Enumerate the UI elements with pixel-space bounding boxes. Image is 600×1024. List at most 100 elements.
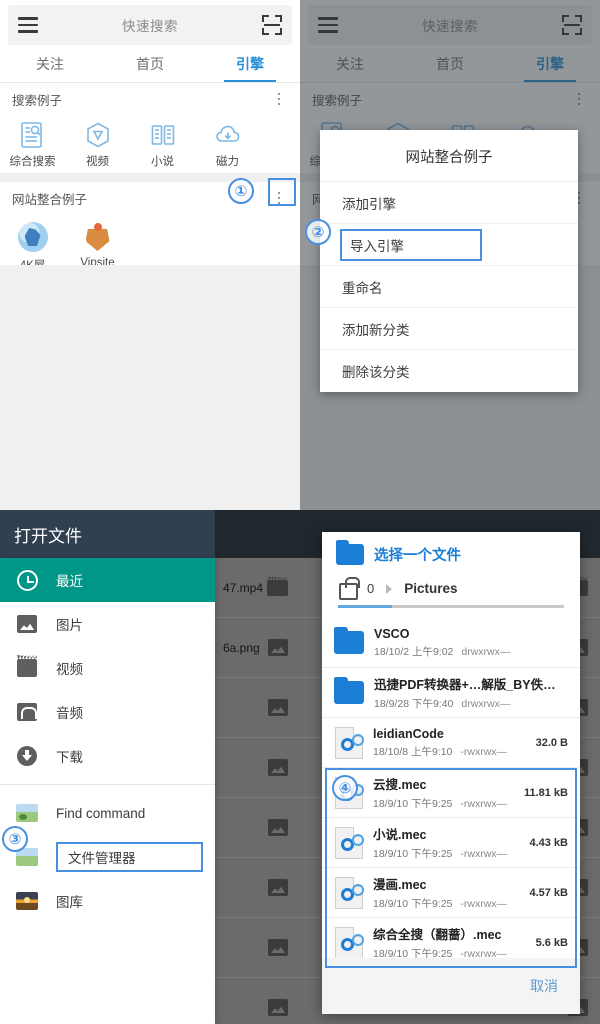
list-item[interactable]: 47.mp4 xyxy=(215,558,300,618)
row-meta: 综合全搜（翻蔷）.mec 18/9/10 下午9:25 -rwxrwx— xyxy=(373,924,526,958)
row-meta: 迅捷PDF转换器+…解版_BY佚名_src 18/9/28 下午9:40 drw… xyxy=(374,674,558,711)
unlock-icon[interactable] xyxy=(338,577,360,600)
callout-marker-3: ③ xyxy=(2,826,28,852)
file-list[interactable]: VSCO 18/10/2 上午9:02 drwxrwx— 迅捷PDF转换器+…解… xyxy=(322,618,580,958)
menu-item-label: 重命名 xyxy=(342,280,383,296)
open-book-icon xyxy=(151,125,174,145)
sidebar-item-videos[interactable]: 视频 xyxy=(0,646,215,690)
file-size: 32.0 B xyxy=(535,736,568,749)
image-icon xyxy=(268,939,288,956)
tab-home[interactable]: 首页 xyxy=(100,45,200,82)
row-subtitle: 18/9/10 下午9:25 -rwxrwx— xyxy=(373,846,519,861)
file-date: 18/9/10 下午9:25 xyxy=(373,898,453,910)
grid-item-comprehensive-search[interactable]: 综合搜索 xyxy=(0,121,65,169)
table-row[interactable]: 迅捷PDF转换器+…解版_BY佚名_src 18/9/28 下午9:40 drw… xyxy=(322,668,580,718)
table-row[interactable]: 综合全搜（翻蔷）.mec 18/9/10 下午9:25 -rwxrwx— 5.6… xyxy=(322,918,580,958)
section-divider xyxy=(0,173,300,182)
row-meta: 云搜.mec 18/9/10 下午9:25 -rwxrwx— xyxy=(373,774,514,811)
search-engine-grid: 综合搜索 视频 小说 磁力 xyxy=(0,115,300,173)
section-header-site-examples: 网站整合例子 xyxy=(0,182,300,214)
breadcrumb: 0 Pictures xyxy=(322,575,580,600)
table-row[interactable]: VSCO 18/10/2 上午9:02 drwxrwx— xyxy=(322,618,580,668)
list-item[interactable]: 6a.png xyxy=(215,618,300,678)
screenshot-root: 快速搜索 关注 首页 引擎 搜索例子 综合搜索 视频 小说 磁力 网站整合例子 … xyxy=(0,0,600,1024)
row-meta: leidianCode 18/10/8 上午9:10 -rwxrwx— xyxy=(373,727,526,759)
file-name: 迅捷PDF转换器+…解版_BY佚名_src xyxy=(374,678,558,692)
sidebar-item-images[interactable]: 图片 xyxy=(0,602,215,646)
search-app: 快速搜索 关注 首页 引擎 搜索例子 综合搜索 视频 小说 磁力 网站整合例子 … xyxy=(0,0,300,510)
search-bar[interactable]: 快速搜索 xyxy=(8,5,292,45)
file-permissions: -rwxrwx— xyxy=(460,798,508,810)
panel-search-app: 快速搜索 关注 首页 引擎 搜索例子 综合搜索 视频 小说 磁力 网站整合例子 … xyxy=(0,0,300,510)
breadcrumb-root[interactable]: 0 xyxy=(367,581,374,596)
grid-item-magnet[interactable]: 磁力 xyxy=(195,121,260,169)
sidebar-item-recent[interactable]: 最近 xyxy=(0,558,215,602)
scan-frame-icon[interactable] xyxy=(262,15,282,35)
search-input[interactable]: 快速搜索 xyxy=(38,15,262,35)
sidebar-item-find-command[interactable]: Find command xyxy=(0,791,215,835)
breadcrumb-current[interactable]: Pictures xyxy=(404,581,457,596)
grid-item-video[interactable]: 视频 xyxy=(65,121,130,169)
file-date: 18/9/10 下午9:25 xyxy=(373,848,453,860)
menu-item-add-engine[interactable]: 添加引擎 xyxy=(320,182,578,224)
image-icon xyxy=(268,759,288,776)
menu-item-import-engine[interactable]: 导入引擎 xyxy=(320,224,578,266)
image-icon xyxy=(268,639,288,656)
grid-item-label: 视频 xyxy=(86,156,109,168)
background-file-list: 47.mp4 6a.png xyxy=(215,558,300,1024)
cancel-button[interactable]: 取消 xyxy=(530,976,558,996)
sidebar-item-file-manager[interactable]: 文件管理器 xyxy=(0,835,215,879)
hamburger-icon[interactable] xyxy=(18,17,38,33)
file-date: 18/9/10 下午9:25 xyxy=(373,798,453,810)
row-meta: 小说.mec 18/9/10 下午9:25 -rwxrwx— xyxy=(373,824,519,861)
callout-marker-2: ② xyxy=(305,219,331,245)
menu-item-rename[interactable]: 重命名 xyxy=(320,266,578,308)
file-permissions: drwxrwx— xyxy=(461,645,511,658)
sidebar-item-label: 图片 xyxy=(56,618,83,633)
clock-icon xyxy=(16,569,38,591)
file-name: 漫画.mec xyxy=(373,878,427,892)
row-subtitle: 18/9/10 下午9:25 -rwxrwx— xyxy=(373,796,514,811)
sidebar-item-downloads[interactable]: 下载 xyxy=(0,734,215,778)
image-icon xyxy=(268,819,288,836)
file-date: 18/9/10 下午9:25 xyxy=(373,948,453,958)
kebab-menu-search-section[interactable] xyxy=(270,87,288,111)
sidebar-item-label: 图库 xyxy=(56,895,83,910)
picker-footer: 取消 xyxy=(322,958,580,1014)
app-gallery-icon xyxy=(16,890,38,912)
menu-item-label: 添加引擎 xyxy=(342,196,396,212)
table-row[interactable]: 漫画.mec 18/9/10 下午9:25 -rwxrwx— 4.57 kB xyxy=(322,868,580,918)
grid-item-label: 综合搜索 xyxy=(9,156,56,168)
sidebar-item-label: 视频 xyxy=(56,662,83,677)
list-item[interactable] xyxy=(215,678,300,738)
highlight-box-import-engine: 导入引擎 xyxy=(340,228,482,261)
menu-item-add-category[interactable]: 添加新分类 xyxy=(320,308,578,350)
section-title: 搜索例子 xyxy=(12,93,63,108)
document-search-icon xyxy=(20,122,42,148)
menu-item-delete-category[interactable]: 删除该分类 xyxy=(320,350,578,392)
list-item[interactable] xyxy=(215,978,300,1024)
table-row[interactable]: 云搜.mec 18/9/10 下午9:25 -rwxrwx— 11.81 kB xyxy=(322,768,580,818)
folder-icon xyxy=(334,677,364,704)
row-subtitle: 18/9/10 下午9:25 -rwxrwx— xyxy=(373,896,519,911)
table-row[interactable]: leidianCode 18/10/8 上午9:10 -rwxrwx— 32.0… xyxy=(322,718,580,768)
list-item[interactable] xyxy=(215,918,300,978)
file-size: 4.57 kB xyxy=(529,886,568,899)
list-item[interactable] xyxy=(215,858,300,918)
list-item[interactable] xyxy=(215,738,300,798)
list-item[interactable] xyxy=(215,798,300,858)
table-row[interactable]: 小说.mec 18/9/10 下午9:25 -rwxrwx— 4.43 kB xyxy=(322,818,580,868)
file-manager-app: 47.mp4 6a.png 打开文件 最近 图片 视频 音频 下载 Find c… xyxy=(0,510,300,1024)
sidebar-item-audio[interactable]: 音频 xyxy=(0,690,215,734)
grid-item-novel[interactable]: 小说 xyxy=(130,121,195,169)
image-icon xyxy=(16,613,38,635)
tab-engine[interactable]: 引擎 xyxy=(200,45,300,82)
row-meta: 漫画.mec 18/9/10 下午9:25 -rwxrwx— xyxy=(373,874,519,911)
section-header-search-examples: 搜索例子 xyxy=(0,83,300,115)
tab-follow[interactable]: 关注 xyxy=(0,45,100,82)
mec-file-icon xyxy=(335,826,364,859)
mec-file-icon xyxy=(335,926,364,958)
sidebar-item-gallery[interactable]: 图库 xyxy=(0,879,215,923)
movie-icon xyxy=(16,657,38,679)
headphones-icon xyxy=(16,701,38,723)
